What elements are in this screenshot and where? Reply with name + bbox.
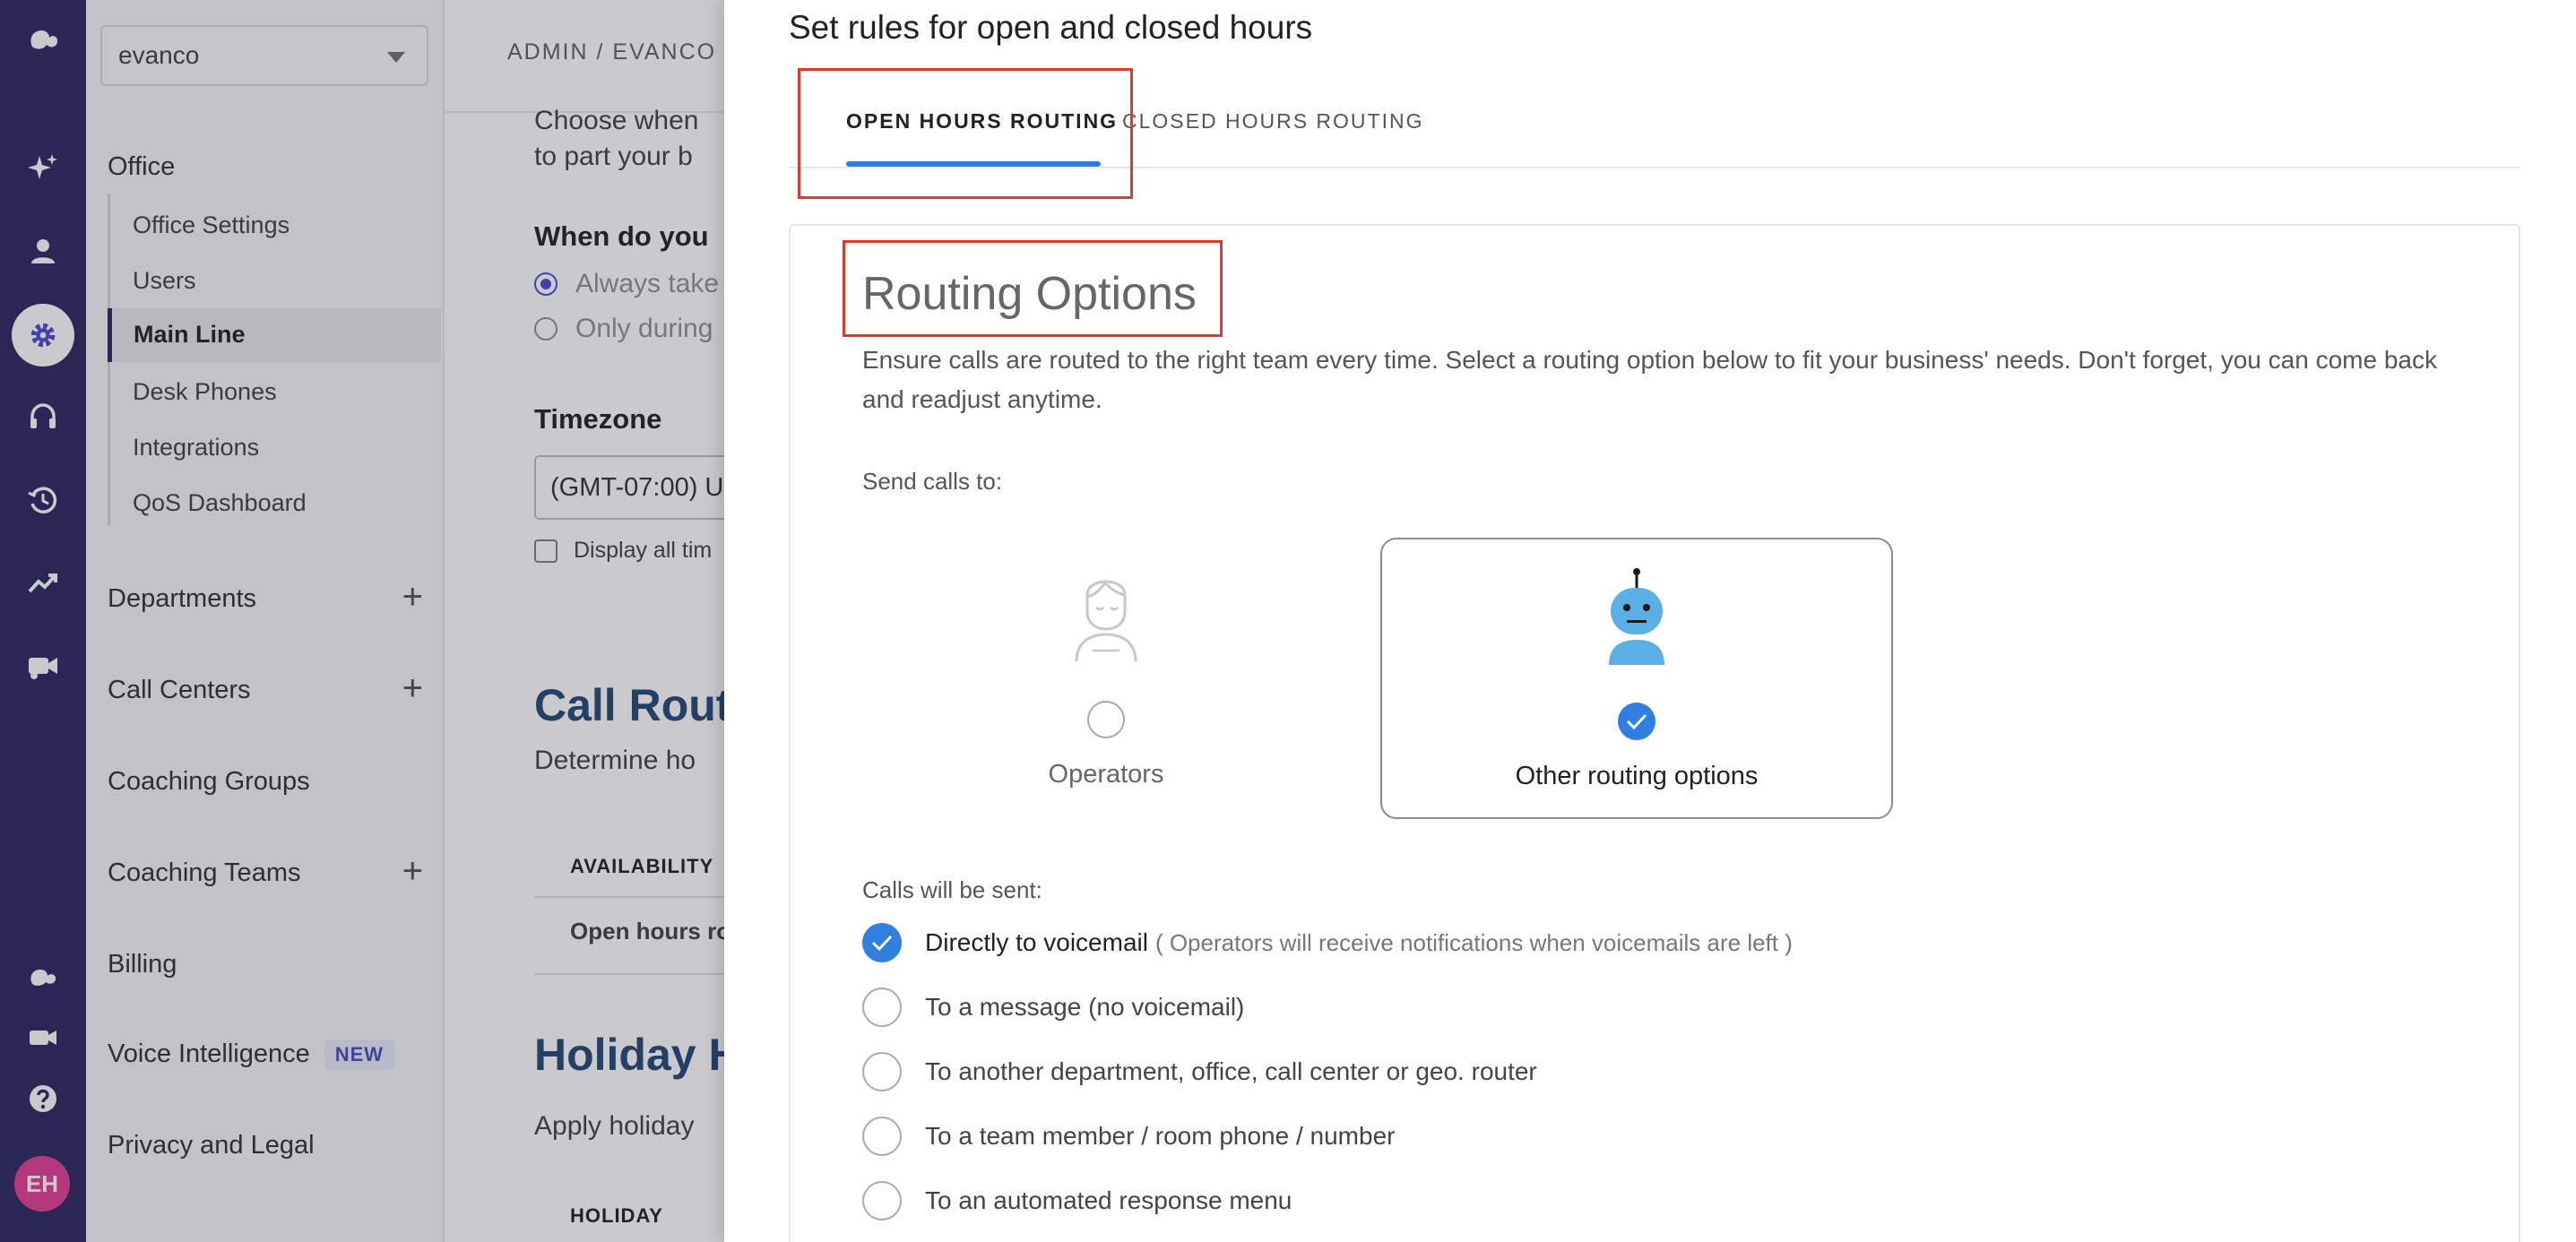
route-option-voicemail[interactable]: Directly to voicemail ( Operators will r… [862, 921, 1793, 964]
operator-person-icon [1075, 580, 1137, 662]
routing-tabs: OPEN HOURS ROUTING CLOSED HOURS ROUTING [789, 68, 2520, 168]
route-department-radio[interactable] [862, 1052, 902, 1091]
operators-option[interactable]: Operators [850, 538, 1362, 819]
route-voicemail-note: ( Operators will receive notifications w… [1154, 928, 1793, 956]
other-routing-option-label: Other routing options [1515, 762, 1759, 790]
other-routing-radio[interactable] [1618, 703, 1655, 740]
route-department-label: To another department, office, call cent… [925, 1057, 1537, 1085]
routing-rules-drawer: Set rules for open and closed hours OPEN… [724, 0, 2576, 1242]
route-message-radio[interactable] [862, 988, 902, 1027]
route-auto-menu-radio[interactable] [862, 1181, 902, 1220]
route-option-team-member[interactable]: To a team member / room phone / number [862, 1115, 1395, 1158]
drawer-title: Set rules for open and closed hours [789, 9, 1313, 46]
operators-option-label: Operators [1048, 760, 1164, 789]
active-tab-indicator [846, 161, 1101, 167]
routing-options-description: Ensure calls are routed to the right tea… [862, 346, 2437, 413]
checkmark-icon [871, 935, 893, 952]
route-voicemail-label: Directly to voicemail [925, 928, 1148, 956]
route-message-label: To a message (no voicemail) [925, 993, 1245, 1021]
drawer-backdrop[interactable] [0, 0, 724, 1242]
route-team-member-radio[interactable] [862, 1117, 902, 1156]
route-option-department[interactable]: To another department, office, call cent… [862, 1050, 1537, 1093]
tab-open-hours-routing[interactable]: OPEN HOURS ROUTING [846, 109, 1118, 134]
route-voicemail-radio[interactable] [862, 923, 902, 962]
tab-closed-hours-routing[interactable]: CLOSED HOURS ROUTING [1122, 109, 1423, 134]
other-routing-option[interactable]: Other routing options [1380, 538, 1893, 819]
route-option-auto-menu[interactable]: To an automated response menu [862, 1179, 1292, 1222]
operators-radio[interactable] [1087, 701, 1125, 738]
route-auto-menu-label: To an automated response menu [925, 1186, 1292, 1214]
calls-sent-label: Calls will be sent: [862, 876, 1042, 903]
route-option-message[interactable]: To a message (no voicemail) [862, 986, 1244, 1029]
routing-options-heading: Routing Options [862, 268, 1197, 320]
route-team-member-label: To a team member / room phone / number [925, 1122, 1396, 1150]
checkmark-icon [1626, 713, 1647, 730]
send-calls-label: Send calls to: [862, 468, 1003, 495]
robot-icon [1609, 568, 1664, 665]
